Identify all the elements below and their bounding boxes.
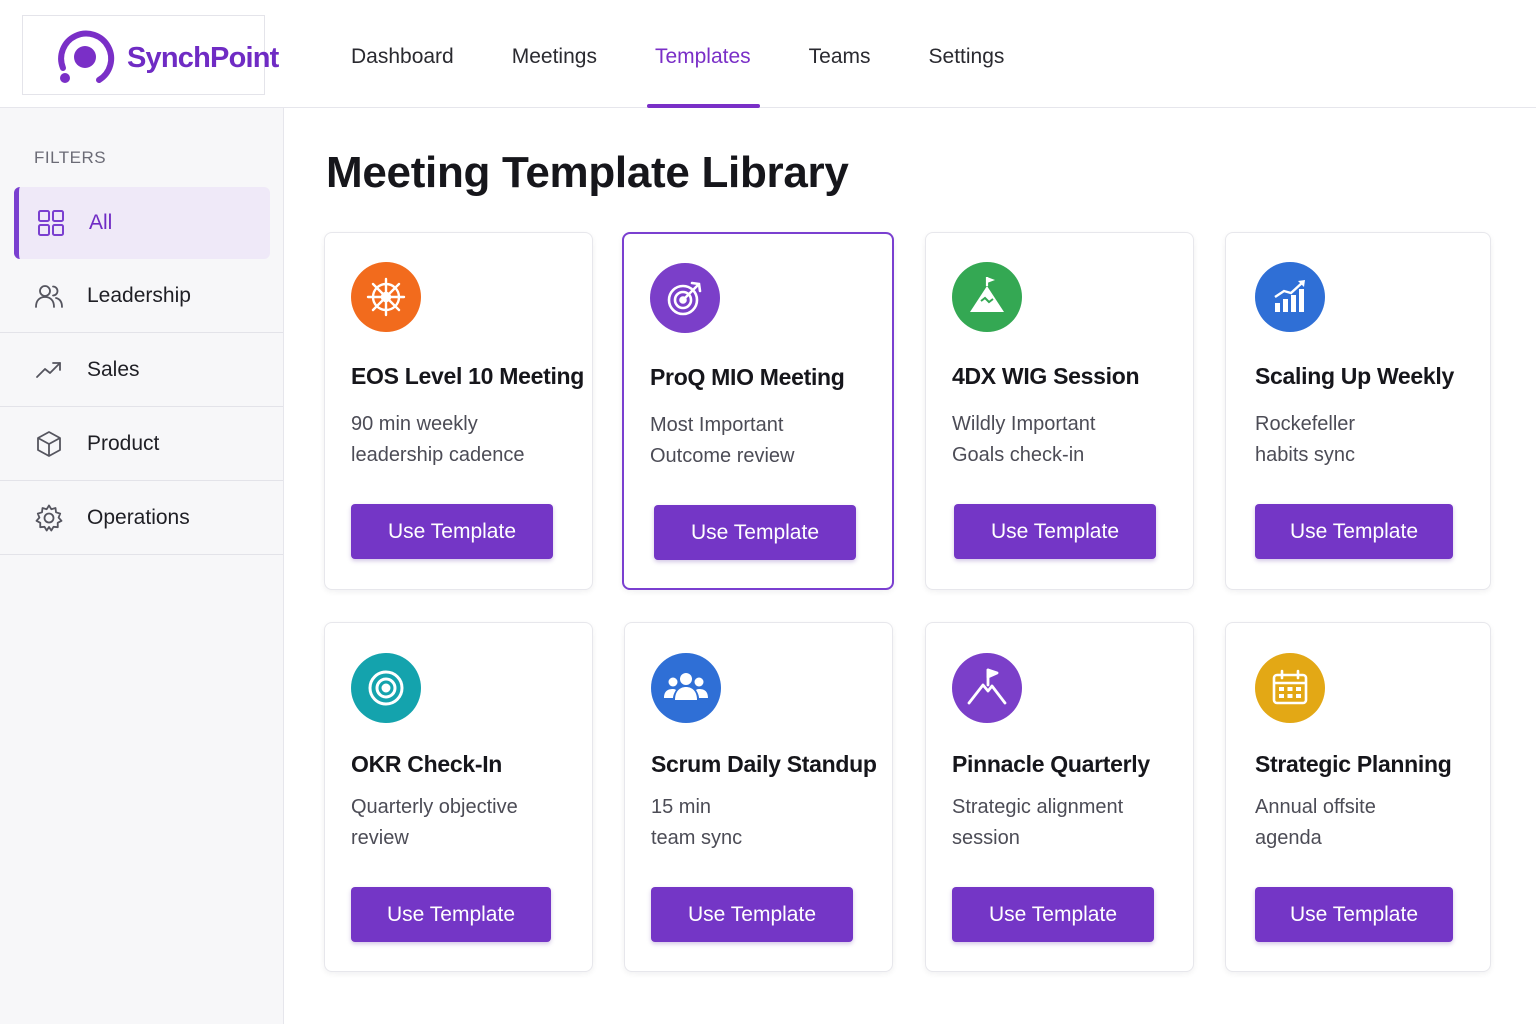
card-description-line: Strategic alignment xyxy=(952,796,1124,818)
card-description-line: habits sync xyxy=(1255,444,1356,466)
card-description-line: leadership cadence xyxy=(351,444,525,466)
nav-settings[interactable]: Settings xyxy=(900,0,1034,108)
card-description-line: 15 min xyxy=(651,796,712,818)
top-navigation-bar: SynchPoint Dashboard Meetings Templates … xyxy=(0,0,1536,108)
filter-leadership-label: Leadership xyxy=(87,283,191,307)
target-icon xyxy=(351,653,421,723)
filter-all[interactable]: All xyxy=(14,187,270,259)
card-description-line: Quarterly objective xyxy=(351,796,518,818)
template-card-okr-check-in[interactable]: OKR Check-In Quarterly objective review … xyxy=(324,622,593,972)
card-description-line: Goals check-in xyxy=(952,444,1085,466)
brand-name: SynchPoint xyxy=(127,42,279,74)
filter-operations-label: Operations xyxy=(87,505,190,529)
nav-teams[interactable]: Teams xyxy=(780,0,900,108)
mountain-flag-icon xyxy=(952,262,1022,332)
use-template-button[interactable]: Use Template xyxy=(351,887,551,942)
card-title: 4DX WIG Session xyxy=(952,363,1140,389)
card-description-line: Most Important xyxy=(650,414,784,436)
filters-heading: FILTERS xyxy=(34,148,107,167)
card-description: Quarterly objective review xyxy=(351,792,571,854)
filter-product-label: Product xyxy=(87,431,160,455)
use-template-button[interactable]: Use Template xyxy=(654,505,856,560)
grid-icon xyxy=(38,210,64,236)
cube-icon xyxy=(37,430,61,457)
use-template-button[interactable]: Use Template xyxy=(952,887,1154,942)
use-template-button[interactable]: Use Template xyxy=(954,504,1156,559)
card-description-line: Wildly Important xyxy=(952,413,1096,435)
template-card-strategic-planning[interactable]: Strategic Planning Annual offsite agenda… xyxy=(1225,622,1491,972)
nav-dashboard[interactable]: Dashboard xyxy=(322,0,483,108)
filter-leadership[interactable]: Leadership xyxy=(0,259,283,333)
filters-sidebar: FILTERS All Leadership Sales Product Ope… xyxy=(0,108,284,1024)
card-description: Most Important Outcome review xyxy=(650,410,870,472)
card-description: Rockefeller habits sync xyxy=(1255,409,1475,471)
card-title: Strategic Planning xyxy=(1255,751,1452,777)
template-card-eos-level-10[interactable]: EOS Level 10 Meeting 90 min weekly leade… xyxy=(324,232,593,590)
card-title: OKR Check-In xyxy=(351,751,503,777)
users-icon xyxy=(35,284,63,308)
brand-logo[interactable]: SynchPoint xyxy=(22,15,279,95)
template-card-proq-mio[interactable]: ProQ MIO Meeting Most Important Outcome … xyxy=(622,232,894,590)
use-template-button[interactable]: Use Template xyxy=(1255,504,1453,559)
gear-icon xyxy=(35,504,63,531)
filter-all-label: All xyxy=(89,211,113,234)
calendar-icon xyxy=(1255,653,1325,723)
page-title: Meeting Template Library xyxy=(326,148,849,197)
card-description-line: team sync xyxy=(651,827,743,849)
template-card-scaling-up[interactable]: Scaling Up Weekly Rockefeller habits syn… xyxy=(1225,232,1491,590)
card-title: Scaling Up Weekly xyxy=(1255,363,1454,389)
use-template-button[interactable]: Use Template xyxy=(351,504,553,559)
card-description-line: agenda xyxy=(1255,827,1322,849)
card-description: Wildly Important Goals check-in xyxy=(952,409,1172,471)
filter-operations[interactable]: Operations xyxy=(0,481,283,555)
card-description-line: Outcome review xyxy=(650,445,795,467)
card-description-line: Annual offsite xyxy=(1255,796,1376,818)
nav-meetings[interactable]: Meetings xyxy=(483,0,626,108)
filter-sales[interactable]: Sales xyxy=(0,333,283,407)
card-description-line: review xyxy=(351,827,409,849)
card-title: Scrum Daily Standup xyxy=(651,751,877,777)
template-card-4dx-wig[interactable]: 4DX WIG Session Wildly Important Goals c… xyxy=(925,232,1194,590)
synchpoint-logo-icon xyxy=(58,30,115,83)
card-description-line: session xyxy=(952,827,1020,849)
target-arrow-icon xyxy=(650,263,720,333)
card-description: 15 min team sync xyxy=(651,792,871,854)
card-title: Pinnacle Quarterly xyxy=(952,751,1150,777)
card-description-line: Rockefeller xyxy=(1255,413,1356,435)
card-description-line: 90 min weekly xyxy=(351,413,478,435)
growth-chart-icon xyxy=(1255,262,1325,332)
filter-product[interactable]: Product xyxy=(0,407,283,481)
card-description: 90 min weekly leadership cadence xyxy=(351,409,571,471)
main-nav: Dashboard Meetings Templates Teams Setti… xyxy=(322,0,1033,108)
use-template-button[interactable]: Use Template xyxy=(1255,887,1453,942)
nav-templates[interactable]: Templates xyxy=(626,0,780,108)
trend-up-icon xyxy=(36,361,61,378)
filter-sales-label: Sales xyxy=(87,357,140,381)
team-icon xyxy=(651,653,721,723)
template-card-scrum-standup[interactable]: Scrum Daily Standup 15 min team sync Use… xyxy=(624,622,893,972)
peak-flag-icon xyxy=(952,653,1022,723)
compass-wheel-icon xyxy=(351,262,421,332)
card-title: EOS Level 10 Meeting xyxy=(351,363,585,389)
template-card-pinnacle-quarterly[interactable]: Pinnacle Quarterly Strategic alignment s… xyxy=(925,622,1194,972)
card-title: ProQ MIO Meeting xyxy=(650,364,845,390)
card-description: Strategic alignment session xyxy=(952,792,1172,854)
card-description: Annual offsite agenda xyxy=(1255,792,1475,854)
use-template-button[interactable]: Use Template xyxy=(651,887,853,942)
